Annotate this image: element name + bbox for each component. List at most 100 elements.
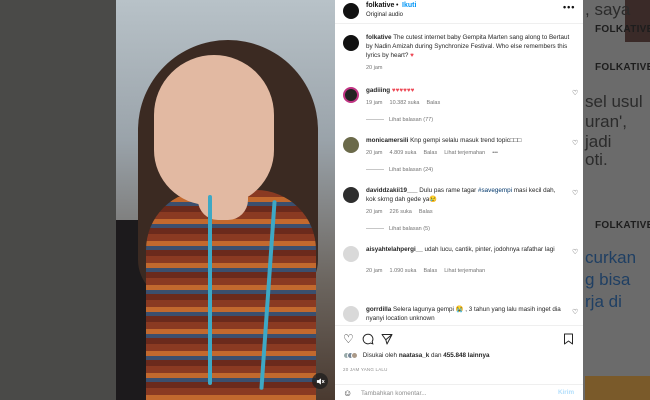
avatar[interactable] bbox=[343, 137, 359, 153]
comment-body: ♥♥♥♥♥♥ bbox=[390, 87, 415, 94]
comment-user[interactable]: monicamersili bbox=[366, 137, 408, 144]
comment-icon[interactable] bbox=[362, 333, 374, 347]
comment-body: Knp gempi selalu masuk trend topic□□□ bbox=[408, 137, 522, 144]
background-snippet-line: curkan bbox=[585, 248, 637, 267]
background-right-area: , saya FOLKATIVE FOLKATIVE sel usul uran… bbox=[583, 0, 650, 400]
add-comment-bar: ☺ Kirim bbox=[335, 384, 583, 400]
share-icon[interactable] bbox=[381, 333, 393, 347]
video-lanyard-left bbox=[208, 195, 212, 385]
comment-body: Selera lagunya gempi 😭 , 3 tahun yang la… bbox=[366, 306, 561, 322]
comment-likes[interactable]: 4.809 suka bbox=[390, 150, 417, 156]
comment-text: gadiiing ♥♥♥♥♥♥ bbox=[366, 86, 562, 95]
reply-button[interactable]: Balas bbox=[419, 209, 433, 215]
emoji-icon[interactable]: ☺ bbox=[343, 388, 352, 398]
avatar[interactable] bbox=[343, 35, 359, 51]
liked-mid: dan bbox=[429, 352, 444, 360]
like-comment-heart-icon[interactable]: ♡ bbox=[572, 89, 578, 97]
bookmark-icon[interactable] bbox=[563, 333, 574, 347]
separator-dot: • bbox=[396, 2, 399, 9]
follow-button[interactable]: Ikuti bbox=[402, 2, 416, 9]
avatar[interactable] bbox=[343, 246, 359, 262]
hashtag-link[interactable]: #savegempi bbox=[478, 187, 512, 194]
replies-line bbox=[366, 169, 384, 171]
liked-user[interactable]: naatasa_k bbox=[399, 352, 429, 359]
reply-button[interactable]: Balas bbox=[426, 100, 440, 106]
comment-options-icon[interactable]: ••• bbox=[492, 150, 498, 156]
background-brand-top: FOLKATIVE bbox=[595, 24, 650, 35]
post-time[interactable]: 20 JAM YANG LALU bbox=[343, 367, 388, 372]
account-name[interactable]: folkative bbox=[366, 2, 394, 9]
avatar[interactable] bbox=[343, 3, 359, 19]
background-brand-mid: FOLKATIVE bbox=[595, 62, 650, 73]
caption-body: The cutest internet baby Gempita Marten … bbox=[366, 34, 570, 59]
post-detail-panel: folkative • Ikuti Original audio ••• fol… bbox=[335, 0, 583, 400]
view-replies[interactable]: Lihat balasan (24) bbox=[366, 167, 433, 173]
caption-user[interactable]: folkative bbox=[366, 34, 392, 41]
background-snippet-line: g bisa bbox=[585, 270, 631, 289]
video-subject-shirt bbox=[146, 190, 316, 400]
comment-body: Dulu pas rame tagar bbox=[417, 187, 479, 194]
heart-icon[interactable]: ♡ bbox=[343, 333, 354, 345]
comment-text: aisyahtelahpergi__ udah lucu, cantik, pi… bbox=[366, 245, 562, 254]
comment-meta: 20 jam 4.809 suka Balas Lihat terjemahan ••• bbox=[366, 150, 505, 156]
view-replies[interactable]: Lihat balasan (5) bbox=[366, 226, 430, 232]
like-comment-heart-icon[interactable]: ♡ bbox=[572, 248, 578, 256]
background-snippet-line: uran', bbox=[585, 112, 627, 131]
post-header: folkative • Ikuti Original audio ••• bbox=[335, 0, 583, 24]
liker-avatar bbox=[351, 352, 358, 359]
background-snippet-top: , saya bbox=[585, 0, 631, 19]
translate-button[interactable]: Lihat terjemahan bbox=[444, 150, 485, 156]
comment-user[interactable]: gadiiing bbox=[366, 87, 390, 94]
comment-user[interactable]: daviddzakii19___ bbox=[366, 187, 417, 194]
comment-likes[interactable]: 1.090 suka bbox=[390, 268, 417, 274]
liked-by: Disukai oleh naatasa_k dan 455.848 lainn… bbox=[343, 352, 490, 359]
background-left-area bbox=[0, 0, 116, 400]
caption-text: folkative The cutest internet baby Gempi… bbox=[366, 33, 576, 73]
comment-text: gorrdilla Selera lagunya gempi 😭 , 3 tah… bbox=[366, 305, 562, 323]
comment-text: monicamersili Knp gempi selalu masuk tre… bbox=[366, 136, 562, 145]
background-snippet-line: oti. bbox=[585, 150, 608, 169]
comment-user[interactable]: aisyahtelahpergi__ bbox=[366, 246, 423, 253]
comment-user[interactable]: gorrdilla bbox=[366, 306, 391, 313]
post-comment-button[interactable]: Kirim bbox=[558, 389, 574, 396]
view-replies[interactable]: Lihat balasan (77) bbox=[366, 117, 433, 123]
avatar[interactable] bbox=[343, 87, 359, 103]
comment-time[interactable]: 20 jam bbox=[366, 150, 383, 156]
caption-time[interactable]: 20 jam bbox=[366, 64, 576, 73]
heart-emoji: ♥ bbox=[410, 52, 414, 59]
background-snippet-line: sel usul bbox=[585, 92, 643, 111]
comment-meta: 19 jam 10.382 suka Balas bbox=[366, 100, 447, 106]
reply-button[interactable]: Balas bbox=[423, 150, 437, 156]
like-comment-heart-icon[interactable]: ♡ bbox=[572, 139, 578, 147]
comment-meta: 20 jam 1.090 suka Balas Lihat terjemahan bbox=[366, 268, 492, 274]
more-options-icon[interactable]: ••• bbox=[563, 2, 575, 12]
comment-meta: 20 jam 226 suka Balas bbox=[366, 209, 440, 215]
translate-button[interactable]: Lihat terjemahan bbox=[444, 268, 485, 274]
post-actions: ♡ Disukai oleh naatasa_k dan 455.848 lai… bbox=[335, 325, 583, 400]
like-comment-heart-icon[interactable]: ♡ bbox=[572, 189, 578, 197]
comment-likes[interactable]: 10.382 suka bbox=[390, 100, 420, 106]
background-brand-low: FOLKATIVE bbox=[595, 220, 650, 231]
comment-text: daviddzakii19___ Dulu pas rame tagar #sa… bbox=[366, 186, 562, 204]
comment-time[interactable]: 20 jam bbox=[366, 268, 383, 274]
view-replies-label: Lihat balasan (24) bbox=[389, 167, 434, 173]
comment-input[interactable] bbox=[361, 388, 541, 398]
comment-time[interactable]: 20 jam bbox=[366, 209, 383, 215]
avatar[interactable] bbox=[343, 187, 359, 203]
video-subject-face bbox=[154, 55, 274, 205]
comment-likes[interactable]: 226 suka bbox=[390, 209, 412, 215]
background-snippet-line: rja di bbox=[585, 292, 622, 311]
speaker-icon bbox=[316, 377, 325, 385]
view-replies-label: Lihat balasan (77) bbox=[389, 117, 434, 123]
reply-button[interactable]: Balas bbox=[423, 268, 437, 274]
liked-count[interactable]: 455.848 lainnya bbox=[443, 352, 489, 359]
like-comment-heart-icon[interactable]: ♡ bbox=[572, 308, 578, 316]
replies-line bbox=[366, 119, 384, 121]
post-video[interactable] bbox=[116, 0, 335, 400]
mute-icon[interactable] bbox=[312, 373, 328, 389]
paper-plane-icon bbox=[381, 334, 393, 345]
background-image-strip bbox=[585, 376, 650, 400]
audio-label[interactable]: Original audio bbox=[366, 12, 403, 18]
avatar[interactable] bbox=[343, 306, 359, 322]
comment-time[interactable]: 19 jam bbox=[366, 100, 383, 106]
